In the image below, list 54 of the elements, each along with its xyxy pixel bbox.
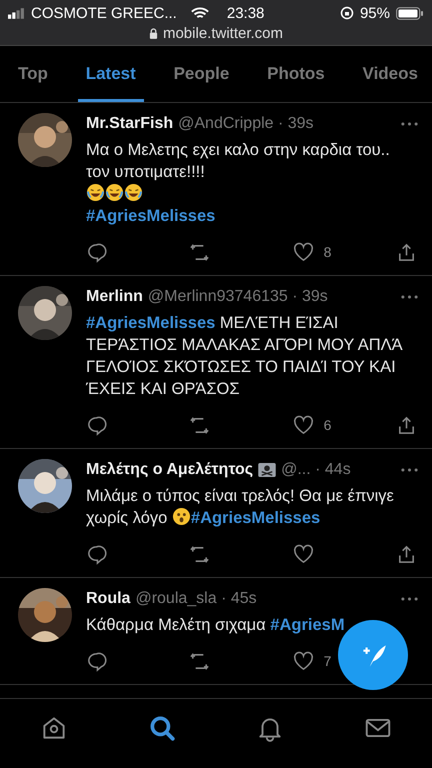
surprised-emoji-icon: [172, 507, 191, 526]
hashtag-link[interactable]: #AgriesMelisses: [86, 314, 216, 332]
reply-icon[interactable]: [86, 544, 107, 564]
more-icon[interactable]: [401, 295, 418, 299]
heart-icon[interactable]: [292, 414, 314, 436]
laughing-emoji-icon: [86, 183, 105, 202]
like-count: 8: [324, 244, 332, 260]
user-name[interactable]: Roula: [86, 590, 130, 608]
reply-icon[interactable]: [86, 414, 107, 436]
retweet-icon[interactable]: [189, 414, 210, 436]
rotation-lock-icon: [340, 6, 354, 20]
laughing-emoji-icon: [124, 183, 143, 202]
tweet-text: #AgriesMelisses ΜΕΛΈΤΗ ΕΊΣΑΙ ΤΕΡΆΣΤΙΟΣ ΜΑΛΑΚΑΣ ΑΓΌΡΙ ΜΟΥ ΑΠΛΆ ΓΕΛΟΊΟΣ ΣΚΌΤΩΣΕΣ ΤΟ ΠΑΙΔΊ ΤΟΥ ΚΑΙ ΈΧΕΙΣ ΚΑΙ ΘΡΆΣΟΣ: [86, 313, 404, 400]
tab[interactable]: Top: [10, 48, 56, 102]
tab[interactable]: Latest: [78, 48, 144, 102]
retweet-icon[interactable]: [189, 242, 210, 262]
handle-time: @Merlinn93746135 · 39s: [148, 288, 328, 306]
reply-icon[interactable]: [86, 242, 107, 262]
like-count: 6: [324, 417, 332, 433]
user-name[interactable]: Merlinn: [86, 288, 143, 306]
tweet-text: Μα ο Μελετης εχει καλο στην καρδια του.. τον υποτιματε!!!! #AgriesMelisses: [86, 140, 391, 227]
handle-time: @roula_sla · 45s: [135, 590, 257, 608]
battery-percent: 95%: [360, 4, 390, 22]
padlock-icon: [148, 28, 158, 38]
laughing-emoji-icon: [105, 183, 124, 202]
tab[interactable]: Videos: [354, 48, 426, 102]
retweet-icon[interactable]: [189, 544, 210, 564]
retweet-icon[interactable]: [189, 650, 210, 672]
handle-time: @AndCripple · 39s: [178, 115, 314, 133]
tweet-text: Κάθαρμα Μελέτη σιχαμα #AgriesM: [86, 615, 346, 636]
battery-icon: [396, 6, 424, 20]
skull-flag-icon: [258, 463, 276, 477]
signal-icon: [8, 8, 25, 18]
wifi-icon: [190, 6, 209, 20]
more-icon[interactable]: [401, 122, 418, 126]
more-icon[interactable]: [401, 597, 418, 601]
hashtag-link[interactable]: #AgriesMelisses: [86, 207, 216, 225]
like-count: 7: [324, 653, 332, 669]
heart-icon[interactable]: [292, 650, 314, 672]
hashtag-link[interactable]: #AgriesM: [270, 616, 345, 634]
user-name[interactable]: Μελέτης ο Αμελέτητος: [86, 461, 254, 479]
reply-icon[interactable]: [86, 650, 107, 672]
tab[interactable]: Photos: [259, 48, 333, 102]
carrier-name: COSMOTE GREEC...: [31, 4, 177, 22]
heart-icon[interactable]: [292, 544, 314, 564]
more-icon[interactable]: [401, 468, 418, 472]
clock-time: 23:38: [226, 4, 264, 22]
hashtag-link[interactable]: #AgriesMelisses: [190, 509, 320, 527]
heart-icon[interactable]: [292, 242, 314, 262]
tweet-text: Μιλάμε ο τύπος είναι τρελός! Θα με έπνιγε χωρίς λόγο #AgriesMelisses: [86, 486, 395, 529]
tab[interactable]: People: [166, 48, 238, 102]
user-name[interactable]: Mr.StarFish: [86, 115, 174, 133]
url-text: mobile.twitter.com: [162, 24, 284, 42]
handle-time: @... · 44s: [281, 461, 351, 479]
